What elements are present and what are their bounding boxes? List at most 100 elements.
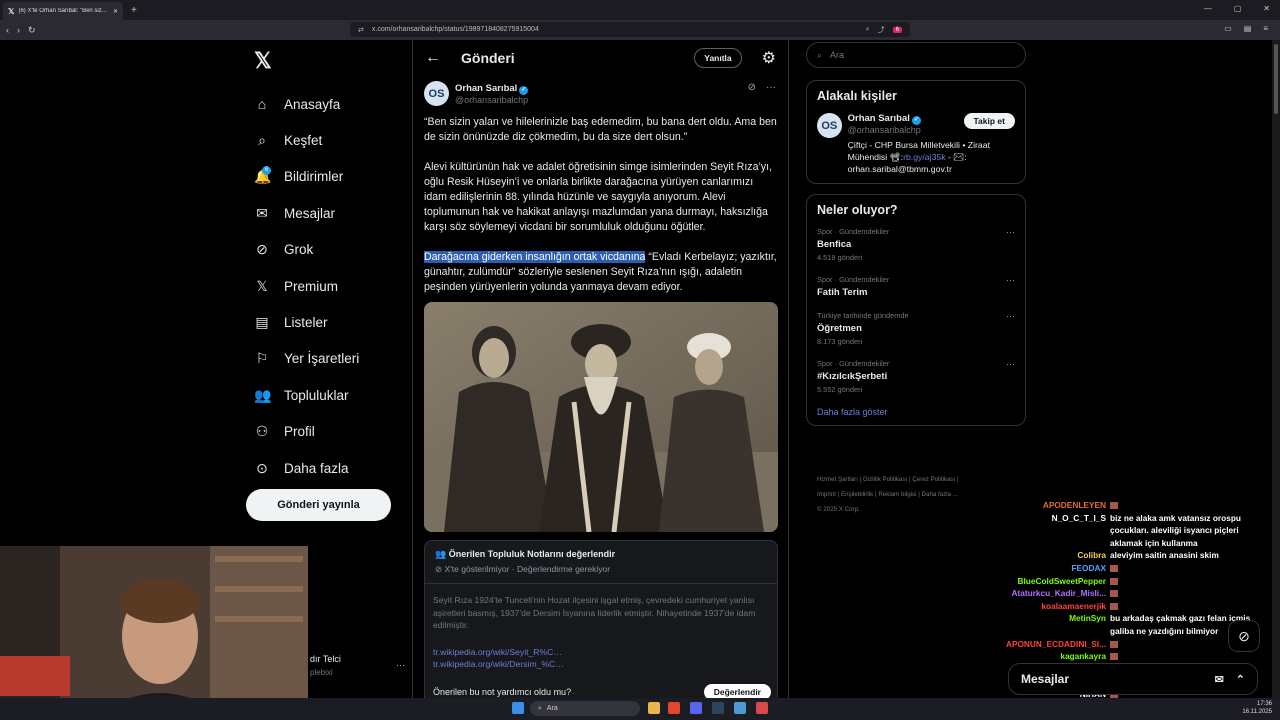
trend-more-icon[interactable]: ··· — [1006, 275, 1015, 285]
taskbar — [0, 698, 1280, 720]
nav-item-9[interactable]: ⚇ Profil — [240, 414, 410, 450]
browser-tab[interactable]: 𝕏 (6) X'te Orhan Sarıbal: "Ben siz… ✕ — [3, 2, 123, 20]
note-text: Seyit Rıza 1924'te Tunceli'nin Hozat ilç… — [433, 595, 756, 630]
footer-line-2[interactable]: Imprint | Erişilebilirlik | Reklam bilgi… — [817, 487, 1017, 502]
nav-item-6[interactable]: ▤ Listeler — [240, 304, 410, 340]
settings-icon[interactable]: ⚙ — [762, 48, 776, 68]
show-more-link[interactable]: Daha fazla göster — [817, 407, 1015, 417]
minimize-icon[interactable]: — — [1204, 4, 1212, 13]
nav-label: Mesajlar — [284, 205, 336, 221]
scrollbar[interactable] — [1272, 40, 1280, 698]
url-text[interactable]: x.com/orhansaribalchp/status/19897184082… — [372, 26, 858, 33]
related-bio: Çiftçi - CHP Bursa Milletvekili • Ziraat… — [847, 140, 990, 174]
discord-icon[interactable] — [690, 702, 702, 714]
page-title: Gönderi — [461, 50, 515, 66]
maximize-icon[interactable]: ▢ — [1234, 4, 1242, 13]
avatar[interactable]: OS — [424, 81, 449, 106]
chat-username: N_O_C_T_I_S — [1051, 512, 1106, 523]
post-author[interactable]: OS Orhan Sarıbal ✓ @orhansaribalchp — [424, 81, 529, 106]
nav-item-1[interactable]: ⌕ Keşfet — [240, 122, 410, 158]
nav-item-0[interactable]: ⌂ Anasayfa — [240, 86, 410, 122]
obs-icon[interactable] — [756, 702, 768, 714]
taskbar-search[interactable]: ⌕ Ara — [530, 701, 640, 716]
trend-count: 8.173 gönderi — [817, 337, 863, 346]
menu-icon[interactable]: ≡ — [1263, 24, 1268, 33]
share-icon[interactable]: ⤴ — [878, 25, 885, 35]
person-icon: ⚇ — [255, 423, 269, 440]
post-button[interactable]: Gönderi yayınla — [246, 489, 391, 521]
tab-bar: 𝕏 (6) X'te Orhan Sarıbal: "Ben siz… ✕ + … — [0, 0, 1280, 20]
file-explorer-icon[interactable] — [648, 702, 660, 714]
emote-icon — [1110, 502, 1118, 509]
nav-label: Listeler — [284, 315, 328, 331]
new-tab-icon[interactable]: + — [131, 5, 137, 16]
sidebar-icon[interactable]: ▭ — [1224, 24, 1232, 33]
brave-icon[interactable] — [668, 702, 680, 714]
footer-line-1[interactable]: Hizmet Şartları | Gizlilik Politikası | … — [817, 472, 1017, 487]
extension-badge[interactable]: 6 — [892, 26, 902, 33]
tab-close-icon[interactable]: ✕ — [113, 8, 118, 15]
reply-button[interactable]: Yanıtla — [694, 48, 742, 68]
avatar[interactable]: OS — [817, 113, 842, 138]
bio-link[interactable]: rb.gy/aj35k — [903, 152, 946, 162]
trend-item[interactable]: Spor · Gündemdekiler #KızılcıkŞerbeti 5.55… — [817, 359, 1015, 394]
related-name[interactable]: Orhan Sarıbal — [848, 113, 910, 124]
trends-title: Neler oluyor? — [817, 203, 898, 217]
forward-icon[interactable]: › — [17, 25, 20, 35]
grok-icon[interactable]: ⊘ — [748, 82, 756, 93]
steam-icon[interactable] — [712, 702, 724, 714]
nav-item-2[interactable]: 🔔 Bildirimler 6 — [240, 159, 410, 195]
chat-line: FEODAX — [1000, 563, 1270, 574]
right-sidebar: ⌕ Ara Alakalı kişiler OS Orhan Sarıbal ✓ … — [806, 42, 1026, 436]
expand-icon[interactable]: ⌃ — [1236, 673, 1245, 686]
chat-line: N_O_C_T_I_S biz ne alaka amk vatansız oro… — [1000, 513, 1270, 524]
taskbar-clock[interactable]: 17:36 16.11.2025 — [1242, 700, 1272, 716]
x-icon: 𝕏 — [256, 277, 268, 294]
reload-icon[interactable]: ↻ — [28, 25, 36, 36]
trend-more-icon[interactable]: ··· — [1006, 227, 1015, 237]
back-icon[interactable]: ‹ — [6, 25, 9, 35]
search-input[interactable]: ⌕ Ara — [806, 42, 1026, 68]
trend-item[interactable]: Spor · Gündemdekiler Benfica 4.518 gönderi… — [817, 227, 1015, 262]
clock-date: 16.11.2025 — [1242, 709, 1272, 715]
nav-label: Topluluklar — [284, 387, 349, 403]
app-icon[interactable] — [734, 702, 746, 714]
nav-item-8[interactable]: 👥 Topluluklar — [240, 377, 410, 413]
account-switcher[interactable]: dır Telci plebixi ··· — [310, 654, 405, 677]
site-info-icon[interactable]: ⇄ — [358, 26, 364, 34]
trend-item[interactable]: Spor · Gündemdekiler Fatih Terim ··· — [817, 275, 1015, 298]
zoom-icon[interactable]: ⌕ — [866, 26, 870, 34]
note-link-2[interactable]: tr.wikipedia.org/wiki/Dersim_%C… — [433, 658, 769, 671]
author-handle: @orhansaribalchp — [455, 94, 529, 105]
nav-item-10[interactable]: ⊙ Daha fazla — [240, 450, 410, 486]
nav-item-3[interactable]: ✉ Mesajlar — [240, 195, 410, 231]
trend-more-icon[interactable]: ··· — [1006, 359, 1015, 369]
nav-item-5[interactable]: 𝕏 Premium — [240, 268, 410, 304]
notes-title[interactable]: Önerilen Topluluk Notlarını değerlendir — [449, 549, 615, 559]
post-text: “Ben sizin yalan ve hilelerinizle baş ed… — [424, 115, 779, 310]
chat-line: koalaamaenerjik — [1000, 601, 1270, 612]
nav-label: Grok — [284, 242, 314, 258]
trend-more-icon[interactable]: ··· — [1006, 311, 1015, 321]
note-link-1[interactable]: tr.wikipedia.org/wiki/Seyit_R%C… — [433, 646, 769, 659]
author-name[interactable]: Orhan Sarıbal — [455, 83, 517, 94]
wallet-icon[interactable]: ▤ — [1244, 24, 1252, 33]
more-icon[interactable]: ··· — [766, 82, 776, 93]
x-logo-icon[interactable]: 𝕏 — [254, 48, 410, 74]
left-sidebar: 𝕏 ⌂ Anasayfa ⌕ Keşfet 🔔 Bildirimler 6 ✉ Mesajlar… — [240, 42, 410, 486]
follow-button[interactable]: Takip et — [963, 113, 1015, 129]
trend-item[interactable]: Türkiye tarihinde gündemde Öğretmen 8.173 … — [817, 311, 1015, 346]
back-arrow-icon[interactable]: ← — [425, 49, 441, 67]
nav-item-7[interactable]: ⚐ Yer İşaretleri — [240, 341, 410, 377]
close-window-icon[interactable]: ✕ — [1263, 4, 1270, 13]
account-handle: plebixi — [310, 668, 333, 677]
compose-message-icon[interactable]: ✉ — [1215, 673, 1224, 686]
start-icon[interactable] — [512, 702, 524, 714]
messages-dock[interactable]: Mesajlar ✉ ⌃ — [1008, 663, 1258, 695]
grok-fab-icon[interactable]: ⊘ — [1228, 620, 1260, 652]
address-bar[interactable]: ⇄ x.com/orhansaribalchp/status/198971840… — [350, 22, 910, 37]
account-more-icon[interactable]: ··· — [396, 660, 405, 670]
post-photo[interactable] — [424, 302, 778, 532]
nav-item-4[interactable]: ⊘ Grok — [240, 232, 410, 268]
chat-message: biz ne alaka amk vatansız orospu — [1110, 512, 1241, 523]
